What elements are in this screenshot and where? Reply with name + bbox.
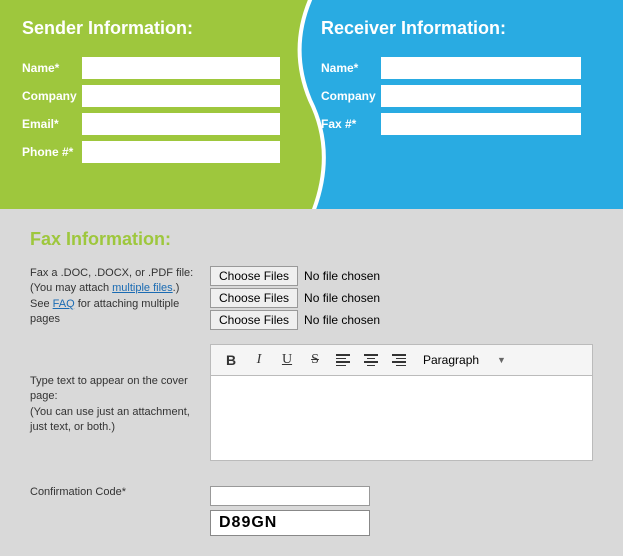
strikethrough-button[interactable]: S (301, 347, 329, 373)
receiver-panel: Receiver Information: Name* Company Fax … (283, 0, 623, 209)
fax-section: Fax Information: Fax a .DOC, .DOCX, or .… (0, 209, 623, 556)
receiver-name-row: Name* (321, 57, 623, 79)
multiple-files-link[interactable]: multiple files (112, 282, 173, 294)
sender-phone-label: Phone #* (22, 145, 82, 159)
bold-button[interactable]: B (217, 347, 245, 373)
file-status-2: No file chosen (304, 291, 380, 305)
align-right-icon (392, 354, 406, 366)
align-left-icon (336, 354, 350, 366)
confirmation-area: Confirmation Code* D89GN (30, 486, 593, 536)
file-text-line3a: See (30, 298, 53, 310)
align-right-button[interactable] (385, 347, 413, 373)
receiver-company-label: Company (321, 89, 381, 103)
receiver-company-row: Company (321, 85, 623, 107)
file-area: Fax a .DOC, .DOCX, or .PDF file: (You ma… (30, 266, 593, 332)
align-center-button[interactable] (357, 347, 385, 373)
choose-files-button-2[interactable]: Choose Files (210, 288, 298, 308)
editor-toolbar: B I U S Paragraph ▼ (210, 344, 593, 376)
file-help-text: Fax a .DOC, .DOCX, or .PDF file: (You ma… (30, 266, 210, 332)
align-left-button[interactable] (329, 347, 357, 373)
file-row-1: Choose Files No file chosen (210, 266, 593, 286)
receiver-fax-input[interactable] (381, 113, 581, 135)
confirmation-code-input[interactable] (210, 486, 370, 506)
receiver-title: Receiver Information: (321, 18, 623, 39)
choose-files-button-1[interactable]: Choose Files (210, 266, 298, 286)
file-row-2: Choose Files No file chosen (210, 288, 593, 308)
sender-name-input[interactable] (82, 57, 282, 79)
paragraph-label: Paragraph (423, 353, 479, 367)
paragraph-select[interactable]: Paragraph ▼ (419, 351, 510, 369)
file-row-3: Choose Files No file chosen (210, 310, 593, 330)
confirmation-right: D89GN (210, 486, 593, 536)
sender-email-input[interactable] (82, 113, 282, 135)
sender-company-input[interactable] (82, 85, 282, 107)
receiver-fax-row: Fax #* (321, 113, 623, 135)
sender-phone-input[interactable] (82, 141, 282, 163)
receiver-company-input[interactable] (381, 85, 581, 107)
file-text-line1: Fax a .DOC, .DOCX, or .PDF file: (30, 267, 193, 279)
cover-page-label: Type text to appear on the cover page: (… (30, 344, 210, 466)
sender-email-label: Email* (22, 117, 82, 131)
cover-text-2: (You can use just an attachment, just te… (30, 406, 190, 433)
file-inputs: Choose Files No file chosen Choose Files… (210, 266, 593, 332)
captcha-image: D89GN (210, 510, 370, 536)
choose-files-button-3[interactable]: Choose Files (210, 310, 298, 330)
file-status-3: No file chosen (304, 313, 380, 327)
align-center-icon (364, 354, 378, 366)
receiver-name-input[interactable] (381, 57, 581, 79)
file-status-1: No file chosen (304, 269, 380, 283)
faq-link[interactable]: FAQ (53, 298, 75, 310)
cover-page-textarea[interactable] (210, 376, 593, 461)
editor-area: Type text to appear on the cover page: (… (30, 344, 593, 466)
sender-company-label: Company (22, 89, 82, 103)
fax-title: Fax Information: (30, 229, 593, 250)
receiver-fax-label: Fax #* (321, 117, 381, 131)
cover-text-1: Type text to appear on the cover page: (30, 375, 188, 402)
editor-box: B I U S Paragraph ▼ (210, 344, 593, 466)
receiver-name-label: Name* (321, 61, 381, 75)
file-text-line2a: (You may attach (30, 282, 112, 294)
file-text-line2c: .) (173, 282, 180, 294)
italic-button[interactable]: I (245, 347, 273, 373)
chevron-down-icon: ▼ (497, 355, 506, 365)
underline-button[interactable]: U (273, 347, 301, 373)
confirmation-label: Confirmation Code* (30, 486, 210, 536)
top-section: Sender Information: Name* Company Email*… (0, 0, 623, 209)
sender-name-label: Name* (22, 61, 82, 75)
